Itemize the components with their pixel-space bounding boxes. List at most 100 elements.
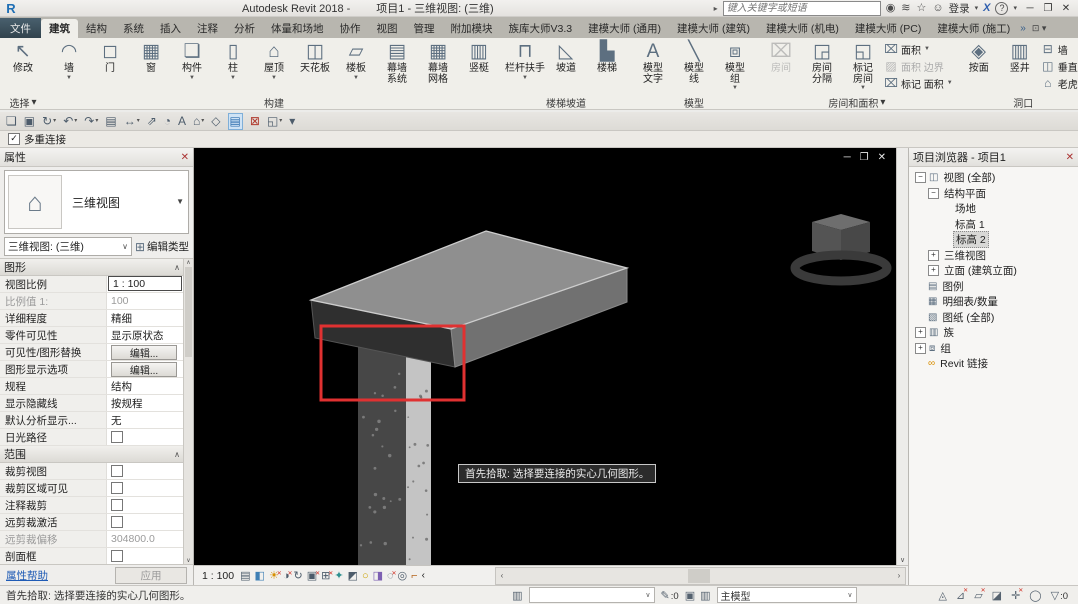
viewport-vertical-scrollbar[interactable]: ∨ bbox=[896, 148, 908, 565]
property-value[interactable] bbox=[107, 429, 184, 445]
design-options-combo[interactable]: 主模型 ∨ bbox=[716, 587, 857, 603]
property-group-0[interactable]: 图形 ∧ bbox=[0, 259, 184, 276]
property-value[interactable]: 结构 bbox=[107, 378, 184, 394]
background-process-icon[interactable]: ◯ bbox=[1029, 589, 1041, 602]
search-input[interactable] bbox=[722, 0, 881, 16]
sun-path-icon[interactable]: ☀ ✕ bbox=[269, 569, 282, 583]
tree-item-6[interactable]: + 立面 (建筑立面) bbox=[909, 263, 1078, 279]
ribbon-button-1-0-3[interactable]: ❏ 构件 ▼ bbox=[172, 40, 212, 94]
measure-icon[interactable]: ↔ ▾ bbox=[124, 114, 140, 129]
aligned-dimension-icon[interactable]: ⇗ bbox=[147, 114, 157, 129]
ribbon-button-4-0-2[interactable]: ◱ 标记 房间 ▼ bbox=[843, 40, 883, 94]
temporary-view-properties-icon[interactable]: ◨ bbox=[373, 569, 383, 583]
property-value[interactable]: 按规程 bbox=[107, 395, 184, 411]
tree-item-12[interactable]: ∞ Revit 链接 bbox=[909, 356, 1078, 372]
analytical-model-icon[interactable]: ◌ ✕ bbox=[387, 569, 397, 583]
worksets-combo[interactable]: ∨ bbox=[528, 587, 655, 603]
hscroll-thumb[interactable] bbox=[688, 568, 711, 583]
property-value[interactable]: 精细 bbox=[107, 310, 184, 326]
default-3d-view-icon[interactable]: ⌂ ▾ bbox=[193, 114, 204, 129]
property-checkbox[interactable] bbox=[111, 465, 123, 477]
property-value[interactable]: 1 : 100 bbox=[107, 276, 184, 292]
select-pinned-icon[interactable]: ▱ ✕ bbox=[974, 588, 985, 602]
ribbon-tab-14[interactable]: 建模大师 (机电) bbox=[758, 19, 847, 38]
ribbon-tab-11[interactable]: 族库大师V3.3 bbox=[501, 19, 581, 38]
type-selector[interactable]: ⌂ 三维视图 ▼ bbox=[4, 170, 189, 234]
help-caret-icon[interactable]: ▾ bbox=[1013, 2, 1017, 15]
property-value[interactable] bbox=[107, 480, 184, 496]
select-by-face-icon[interactable]: ◪ bbox=[992, 589, 1002, 602]
ribbon-button-3-0-1[interactable]: ╲ 模型 线 bbox=[674, 40, 714, 94]
worksets-icon[interactable]: ▥ bbox=[512, 589, 522, 602]
property-value[interactable] bbox=[107, 514, 184, 530]
property-value[interactable]: 编辑... bbox=[107, 344, 184, 360]
properties-help-link[interactable]: 属性帮助 bbox=[6, 568, 109, 583]
property-value[interactable]: 无 bbox=[107, 412, 184, 428]
filter-icon[interactable]: ▽:0 bbox=[1051, 589, 1068, 602]
file-tab[interactable]: 文件 bbox=[0, 18, 41, 38]
expand-icon[interactable]: + bbox=[928, 265, 939, 277]
ribbon-tab-12[interactable]: 建模大师 (通用) bbox=[580, 19, 669, 38]
properties-scrollbar[interactable]: ∧ ∨ bbox=[183, 259, 193, 564]
close-button[interactable]: ✕ bbox=[1058, 3, 1074, 14]
redo-icon[interactable]: ↷ ▾ bbox=[84, 114, 98, 129]
ribbon-tab-10[interactable]: 附加模块 bbox=[443, 19, 501, 38]
ribbon-button-2-0-1[interactable]: ◺ 坡道 bbox=[546, 40, 586, 94]
design-options-pick-icon[interactable]: ▥ bbox=[700, 589, 710, 602]
property-checkbox[interactable] bbox=[111, 431, 123, 443]
edit-type-button[interactable]: ⊞ 编辑类型 bbox=[135, 239, 189, 254]
ribbon-tab-15[interactable]: 建模大师 (PC) bbox=[847, 19, 930, 38]
ribbon-panel-label-3[interactable]: 模型 bbox=[630, 95, 758, 110]
tree-item-8[interactable]: ▦ 明细表/数量 bbox=[909, 294, 1078, 310]
ribbon-button-5-0-0[interactable]: ◈ 按面 bbox=[959, 40, 999, 94]
ribbon-tab-7[interactable]: 协作 bbox=[332, 19, 369, 38]
ribbon-panel-label-1[interactable]: 构建 bbox=[46, 95, 502, 110]
switch-windows-icon[interactable]: ◱ ▾ bbox=[267, 114, 282, 129]
ribbon-button-2-0-0[interactable]: ⊓ 栏杆扶手 ▼ bbox=[505, 40, 545, 94]
ribbon-button-1-0-7[interactable]: ▱ 楼板 ▼ bbox=[336, 40, 376, 94]
customize-qat-icon[interactable]: ▾ bbox=[289, 114, 295, 129]
view-close-button[interactable]: ✕ bbox=[878, 152, 886, 164]
ribbon-button-1-0-10[interactable]: ▥ 竖梃 bbox=[459, 40, 499, 94]
signin-caret-icon[interactable]: ▾ bbox=[975, 2, 979, 15]
ribbon-button-1-0-8[interactable]: ▤ 幕墙 系统 bbox=[377, 40, 417, 94]
unlocked-view-icon[interactable]: ✦ bbox=[334, 569, 343, 583]
ribbon-button-1-0-4[interactable]: ▯ 柱 ▼ bbox=[213, 40, 253, 94]
viewport-horizontal-scrollbar[interactable]: ‹ › bbox=[495, 566, 906, 585]
tree-item-0[interactable]: − ◫ 视图 (全部) bbox=[909, 170, 1078, 186]
ribbon-button-4-1-2[interactable]: ⌧ 标记 面积 ▼ bbox=[884, 75, 953, 91]
ribbon-button-1-0-0[interactable]: ◠ 墙 ▼ bbox=[49, 40, 89, 94]
ribbon-button-2-0-2[interactable]: ▙ 楼梯 bbox=[587, 40, 627, 94]
ribbon-button-5-0-1[interactable]: ▥ 竖井 bbox=[1000, 40, 1040, 94]
sun-settings-icon[interactable]: ↻ bbox=[293, 569, 302, 583]
open-icon[interactable]: ❏ bbox=[6, 114, 17, 129]
vcb-collapse-icon[interactable]: ‹ bbox=[422, 570, 425, 581]
signin-person-icon[interactable]: ☺ bbox=[932, 2, 943, 15]
view-minimize-button[interactable]: ─ bbox=[844, 152, 851, 164]
drawing-canvas[interactable]: ─ ❐ ✕ 首先拾取: 选择要连接的实心几何图形。 bbox=[194, 148, 897, 565]
ribbon-tab-3[interactable]: 插入 bbox=[152, 19, 189, 38]
show-crop-region-icon[interactable]: ⊞ ✕ bbox=[321, 569, 333, 583]
multiple-join-checkbox[interactable]: ✓ bbox=[8, 133, 20, 145]
property-checkbox[interactable] bbox=[111, 482, 123, 494]
crop-view-icon[interactable]: ▣ ✕ bbox=[307, 569, 320, 583]
text-icon[interactable]: A bbox=[178, 114, 186, 129]
print-icon[interactable]: ▤ bbox=[105, 114, 116, 129]
property-checkbox[interactable] bbox=[111, 516, 123, 528]
ribbon-tab-8[interactable]: 视图 bbox=[369, 19, 406, 38]
property-value[interactable] bbox=[107, 497, 184, 513]
view-restore-button[interactable]: ❐ bbox=[860, 152, 869, 164]
restore-button[interactable]: ❐ bbox=[1040, 3, 1056, 14]
apply-button[interactable]: 应用 bbox=[115, 566, 187, 584]
view-combo[interactable]: 三维视图: (三维) ∨ bbox=[4, 237, 132, 256]
ribbon-button-1-0-1[interactable]: ◻ 门 bbox=[90, 40, 130, 94]
hscroll-left-icon[interactable]: ‹ bbox=[496, 571, 508, 580]
property-value[interactable] bbox=[107, 548, 184, 564]
ribbon-tab-2[interactable]: 系统 bbox=[115, 19, 152, 38]
search-icon[interactable]: ◉ bbox=[886, 2, 896, 15]
drag-on-selection-icon[interactable]: ✛ ✕ bbox=[1011, 588, 1023, 602]
infocenter-flyout-icon[interactable]: ▸ bbox=[714, 4, 718, 13]
expand-icon[interactable]: + bbox=[928, 249, 939, 261]
hscroll-right-icon[interactable]: › bbox=[893, 571, 905, 580]
ribbon-button-3-0-2[interactable]: ⧈ 模型 组 ▼ bbox=[715, 40, 755, 94]
